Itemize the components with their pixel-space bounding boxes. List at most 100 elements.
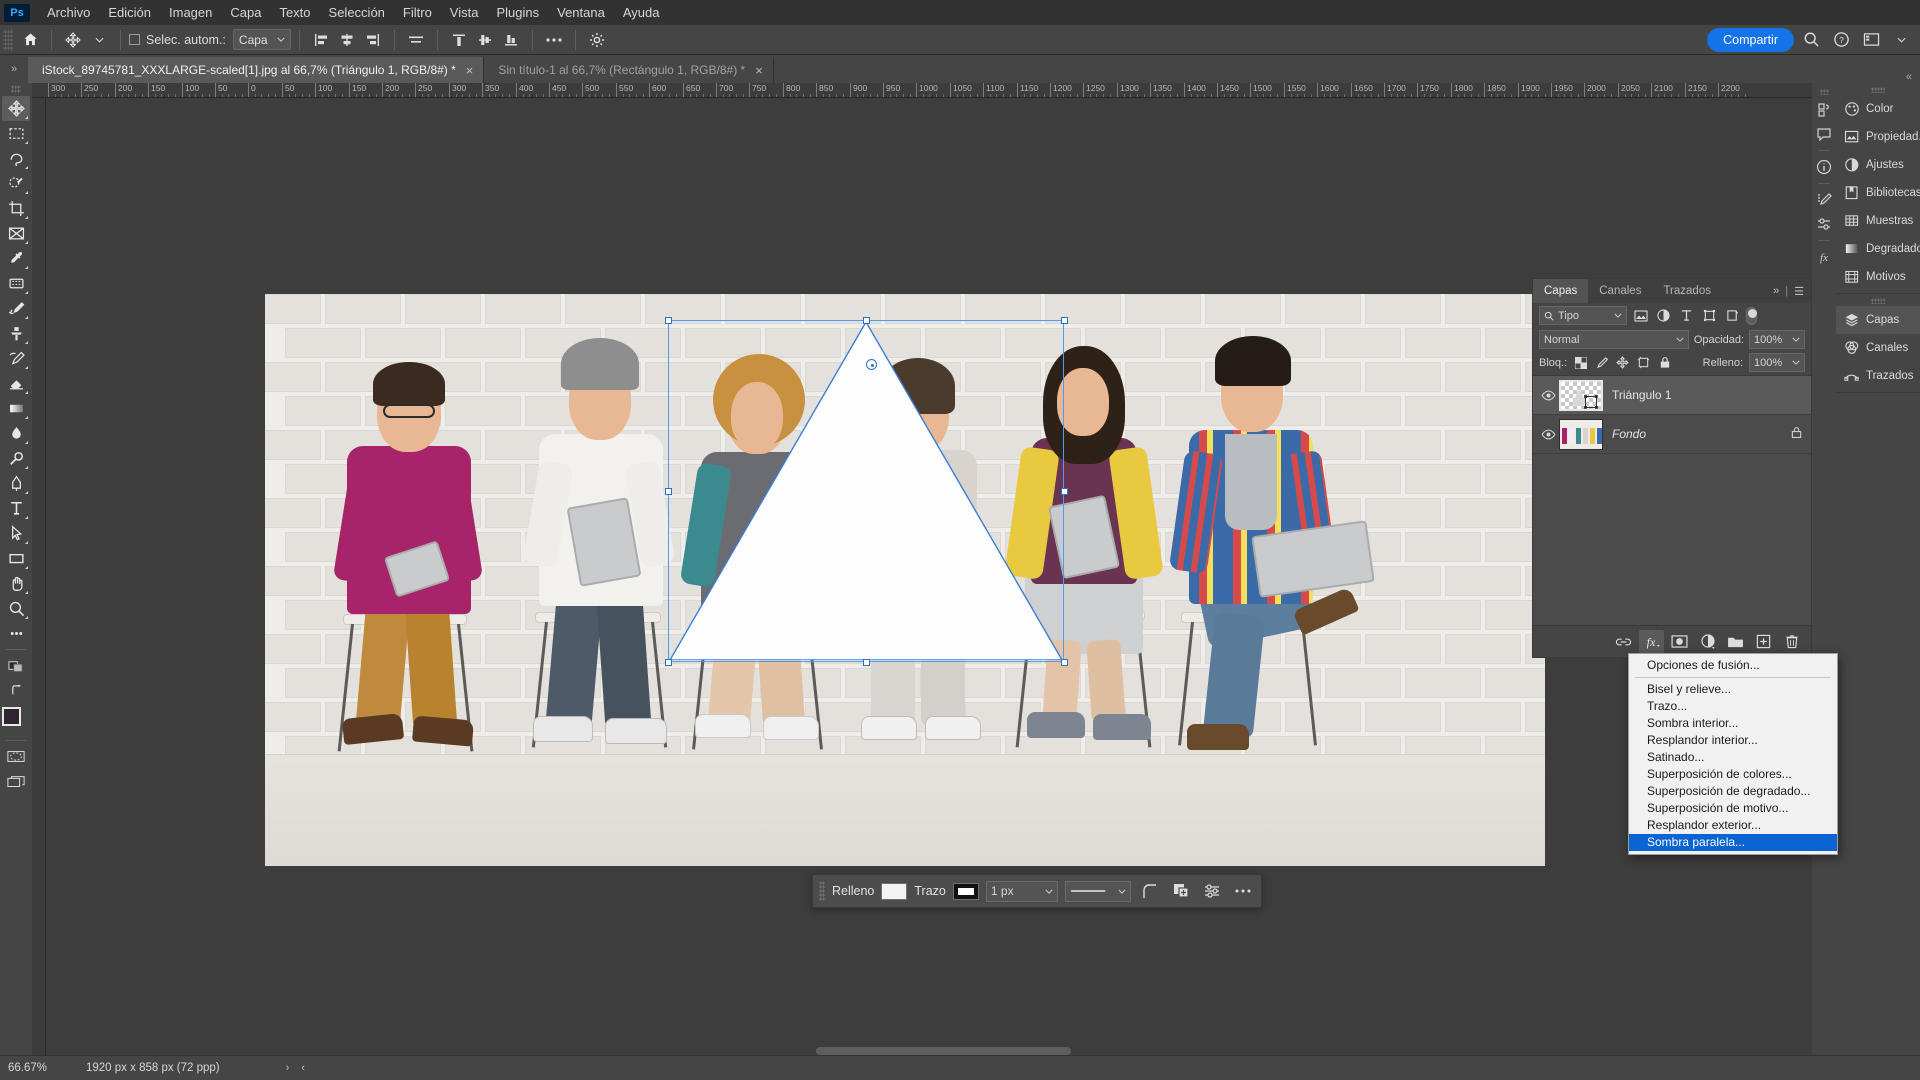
menu-ventana[interactable]: Ventana bbox=[548, 0, 614, 25]
info-icon[interactable] bbox=[1813, 156, 1835, 178]
opacity-field[interactable]: 100% bbox=[1749, 330, 1805, 349]
menu-seleccin[interactable]: Selección bbox=[320, 0, 394, 25]
lasso-tool-icon[interactable] bbox=[2, 146, 30, 171]
rail-grip[interactable] bbox=[1819, 89, 1829, 95]
lock-artboard-icon[interactable] bbox=[1636, 355, 1651, 370]
more-shape-options-icon[interactable] bbox=[1231, 879, 1255, 903]
layer-name[interactable]: Triángulo 1 bbox=[1612, 388, 1672, 402]
menu-edicin[interactable]: Edición bbox=[99, 0, 160, 25]
transform-handle-bl[interactable] bbox=[665, 659, 672, 666]
context-menu-item[interactable]: Trazo... bbox=[1629, 698, 1837, 715]
dock-item-bibliotecas[interactable]: Bibliotecas bbox=[1836, 179, 1920, 207]
layer-mask-button[interactable] bbox=[1667, 630, 1692, 654]
context-menu-item[interactable]: Opciones de fusión... bbox=[1629, 657, 1837, 674]
lock-position-icon[interactable] bbox=[1615, 355, 1630, 370]
more-options-icon[interactable] bbox=[541, 28, 567, 52]
new-group-button[interactable] bbox=[1723, 630, 1748, 654]
object-selection-tool-icon[interactable] bbox=[2, 171, 30, 196]
context-menu-item[interactable]: Sombra interior... bbox=[1629, 715, 1837, 732]
layer-row[interactable]: Fondo bbox=[1533, 415, 1811, 454]
layer-thumbnail[interactable] bbox=[1559, 379, 1603, 411]
auto-select-scope-dropdown[interactable]: Capa bbox=[232, 29, 291, 50]
dock-item-ajustes[interactable]: Ajustes bbox=[1836, 151, 1920, 179]
edit-toolbar-icon[interactable] bbox=[2, 621, 30, 646]
close-tab-icon[interactable]: × bbox=[755, 63, 763, 78]
hand-tool-icon[interactable] bbox=[2, 571, 30, 596]
context-menu-item[interactable]: Sombra paralela... bbox=[1629, 834, 1837, 851]
fill-color-swatch[interactable] bbox=[881, 882, 908, 900]
align-bottom-icon[interactable] bbox=[498, 28, 524, 52]
filter-toggle-switch[interactable] bbox=[1746, 306, 1757, 325]
path-operations-icon[interactable] bbox=[1169, 879, 1193, 903]
status-next-arrow[interactable]: › bbox=[280, 1062, 296, 1074]
menu-capa[interactable]: Capa bbox=[221, 0, 270, 25]
filter-adjustment-icon[interactable] bbox=[1654, 306, 1673, 325]
filter-type-icon[interactable] bbox=[1677, 306, 1696, 325]
adjustment-layer-button[interactable] bbox=[1695, 630, 1720, 654]
history-brush-tool-icon[interactable] bbox=[2, 346, 30, 371]
menu-imagen[interactable]: Imagen bbox=[160, 0, 221, 25]
brush-tool-icon[interactable] bbox=[2, 296, 30, 321]
dock-item-canales[interactable]: Canales bbox=[1836, 334, 1920, 362]
quick-mask-toggle[interactable] bbox=[2, 653, 30, 678]
foreground-color-swatch[interactable] bbox=[2, 707, 21, 726]
transform-handle-tl[interactable] bbox=[665, 317, 672, 324]
path-selection-tool-icon[interactable] bbox=[2, 521, 30, 546]
tool-preset-chevron-icon[interactable] bbox=[86, 28, 112, 52]
status-prev-arrow[interactable]: ‹ bbox=[295, 1062, 311, 1074]
context-menu-item[interactable]: Superposición de colores... bbox=[1629, 766, 1837, 783]
color-swatches[interactable] bbox=[2, 707, 32, 737]
fill-field[interactable]: 100% bbox=[1749, 353, 1805, 372]
panel-menu-icon[interactable]: ☰ bbox=[1794, 285, 1804, 298]
context-menu-item[interactable]: Satinado... bbox=[1629, 749, 1837, 766]
dock-item-trazados[interactable]: Trazados bbox=[1836, 362, 1920, 390]
menu-filtro[interactable]: Filtro bbox=[394, 0, 441, 25]
move-tool-icon[interactable] bbox=[60, 28, 86, 52]
distribute-h-icon[interactable] bbox=[403, 28, 429, 52]
transform-handle-tc[interactable] bbox=[863, 317, 870, 324]
layer-visibility-toggle[interactable] bbox=[1537, 429, 1559, 440]
corner-radius-icon[interactable] bbox=[1138, 879, 1162, 903]
workspace-icon[interactable] bbox=[1858, 28, 1884, 52]
rectangular-marquee-tool-icon[interactable] bbox=[2, 121, 30, 146]
menu-ayuda[interactable]: Ayuda bbox=[614, 0, 669, 25]
stroke-width-field[interactable]: 1 px bbox=[985, 880, 1058, 902]
transform-handle-bc[interactable] bbox=[863, 659, 870, 666]
layer-row[interactable]: Triángulo 1 bbox=[1533, 376, 1811, 415]
link-layers-button[interactable] bbox=[1611, 630, 1636, 654]
layer-name[interactable]: Fondo bbox=[1612, 427, 1646, 441]
context-menu-item[interactable]: Resplandor exterior... bbox=[1629, 817, 1837, 834]
rectangle-tool-icon[interactable] bbox=[2, 546, 30, 571]
new-layer-button[interactable] bbox=[1751, 630, 1776, 654]
transform-handle-ml[interactable] bbox=[665, 488, 672, 495]
gear-icon[interactable] bbox=[584, 28, 610, 52]
context-menu-item[interactable]: Resplandor interior... bbox=[1629, 732, 1837, 749]
comments-icon[interactable] bbox=[1813, 123, 1835, 145]
align-right-icon[interactable] bbox=[360, 28, 386, 52]
blend-mode-dropdown[interactable]: Normal bbox=[1539, 330, 1689, 349]
layer-filter-dropdown[interactable]: Tipo bbox=[1539, 306, 1627, 325]
blur-tool-icon[interactable] bbox=[2, 421, 30, 446]
dock-item-degradados[interactable]: Degradados bbox=[1836, 235, 1920, 263]
dock-item-propiedad[interactable]: Propiedad... bbox=[1836, 123, 1920, 151]
auto-select-checkbox[interactable] bbox=[129, 34, 140, 45]
dock-item-motivos[interactable]: Motivos bbox=[1836, 263, 1920, 291]
path-align-icon[interactable] bbox=[1200, 879, 1224, 903]
document-tab-1[interactable]: Sin título-1 al 66,7% (Rectángulo 1, RGB… bbox=[484, 57, 774, 83]
close-tab-icon[interactable]: × bbox=[466, 63, 474, 78]
tab-trazados[interactable]: Trazados bbox=[1652, 279, 1722, 303]
tab-collapse-icon[interactable]: » bbox=[0, 55, 28, 83]
menu-plugins[interactable]: Plugins bbox=[487, 0, 548, 25]
align-left-icon[interactable] bbox=[308, 28, 334, 52]
eyedropper-tool-icon[interactable] bbox=[2, 246, 30, 271]
move-tool-icon[interactable] bbox=[2, 96, 30, 121]
workspace-chevron-icon[interactable] bbox=[1888, 28, 1914, 52]
context-menu-item[interactable]: Superposición de degradado... bbox=[1629, 783, 1837, 800]
eraser-tool-icon[interactable] bbox=[2, 371, 30, 396]
tab-capas[interactable]: Capas bbox=[1533, 279, 1589, 303]
transform-bounding-box[interactable] bbox=[665, 317, 1068, 666]
menu-texto[interactable]: Texto bbox=[270, 0, 319, 25]
tab-bar-collapse-right-icon[interactable]: « bbox=[1906, 71, 1920, 83]
dodge-tool-icon[interactable] bbox=[2, 446, 30, 471]
edit-in-quick-mask-mode-icon[interactable] bbox=[2, 744, 30, 769]
